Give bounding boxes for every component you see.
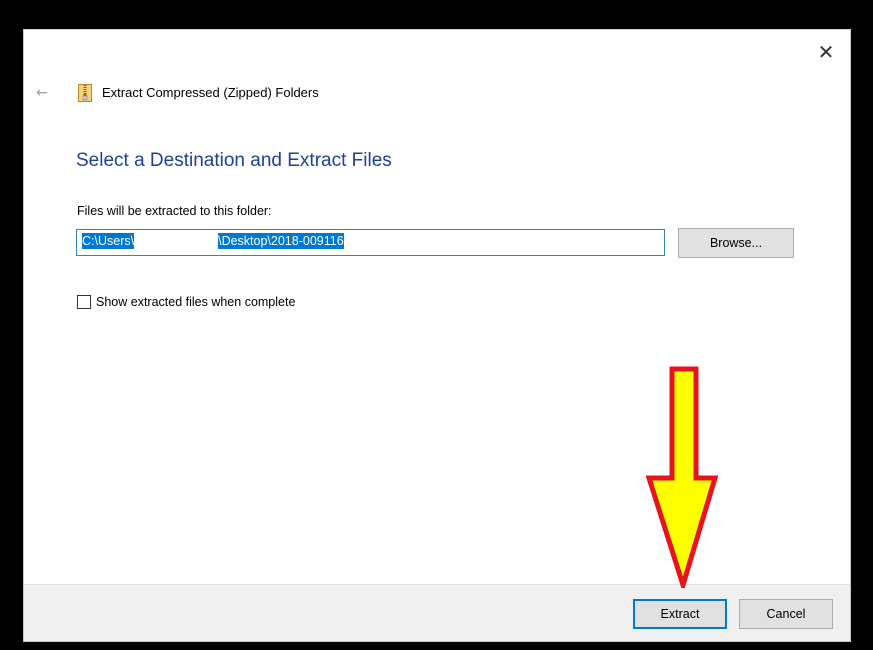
- back-arrow-icon[interactable]: ←: [36, 86, 52, 100]
- path-suffix: \Desktop\2018-009116: [218, 233, 344, 249]
- page-heading: Select a Destination and Extract Files: [76, 150, 392, 171]
- extract-dialog: ✕ ← Extract Compressed (Zipped) Folders …: [23, 29, 851, 642]
- dialog-footer: Extract Cancel: [24, 584, 850, 641]
- destination-path-input[interactable]: C:\Users\ \Desktop\2018-009116: [76, 229, 665, 256]
- show-files-option[interactable]: Show extracted files when complete: [77, 293, 295, 311]
- path-prefix: C:\Users\: [82, 233, 135, 249]
- close-icon[interactable]: ✕: [814, 40, 838, 64]
- wizard-title: Extract Compressed (Zipped) Folders: [102, 85, 319, 100]
- redacted-username: [134, 233, 219, 247]
- browse-button[interactable]: Browse...: [678, 228, 794, 258]
- show-files-checkbox[interactable]: [77, 295, 91, 309]
- screenshot-frame: ✕ ← Extract Compressed (Zipped) Folders …: [0, 0, 873, 650]
- show-files-label[interactable]: Show extracted files when complete: [96, 295, 295, 309]
- down-arrow-annotation: [646, 366, 718, 588]
- zip-folder-icon: [78, 84, 92, 102]
- extract-button[interactable]: Extract: [633, 599, 727, 629]
- cancel-button[interactable]: Cancel: [739, 599, 833, 629]
- destination-label: Files will be extracted to this folder:: [77, 204, 272, 218]
